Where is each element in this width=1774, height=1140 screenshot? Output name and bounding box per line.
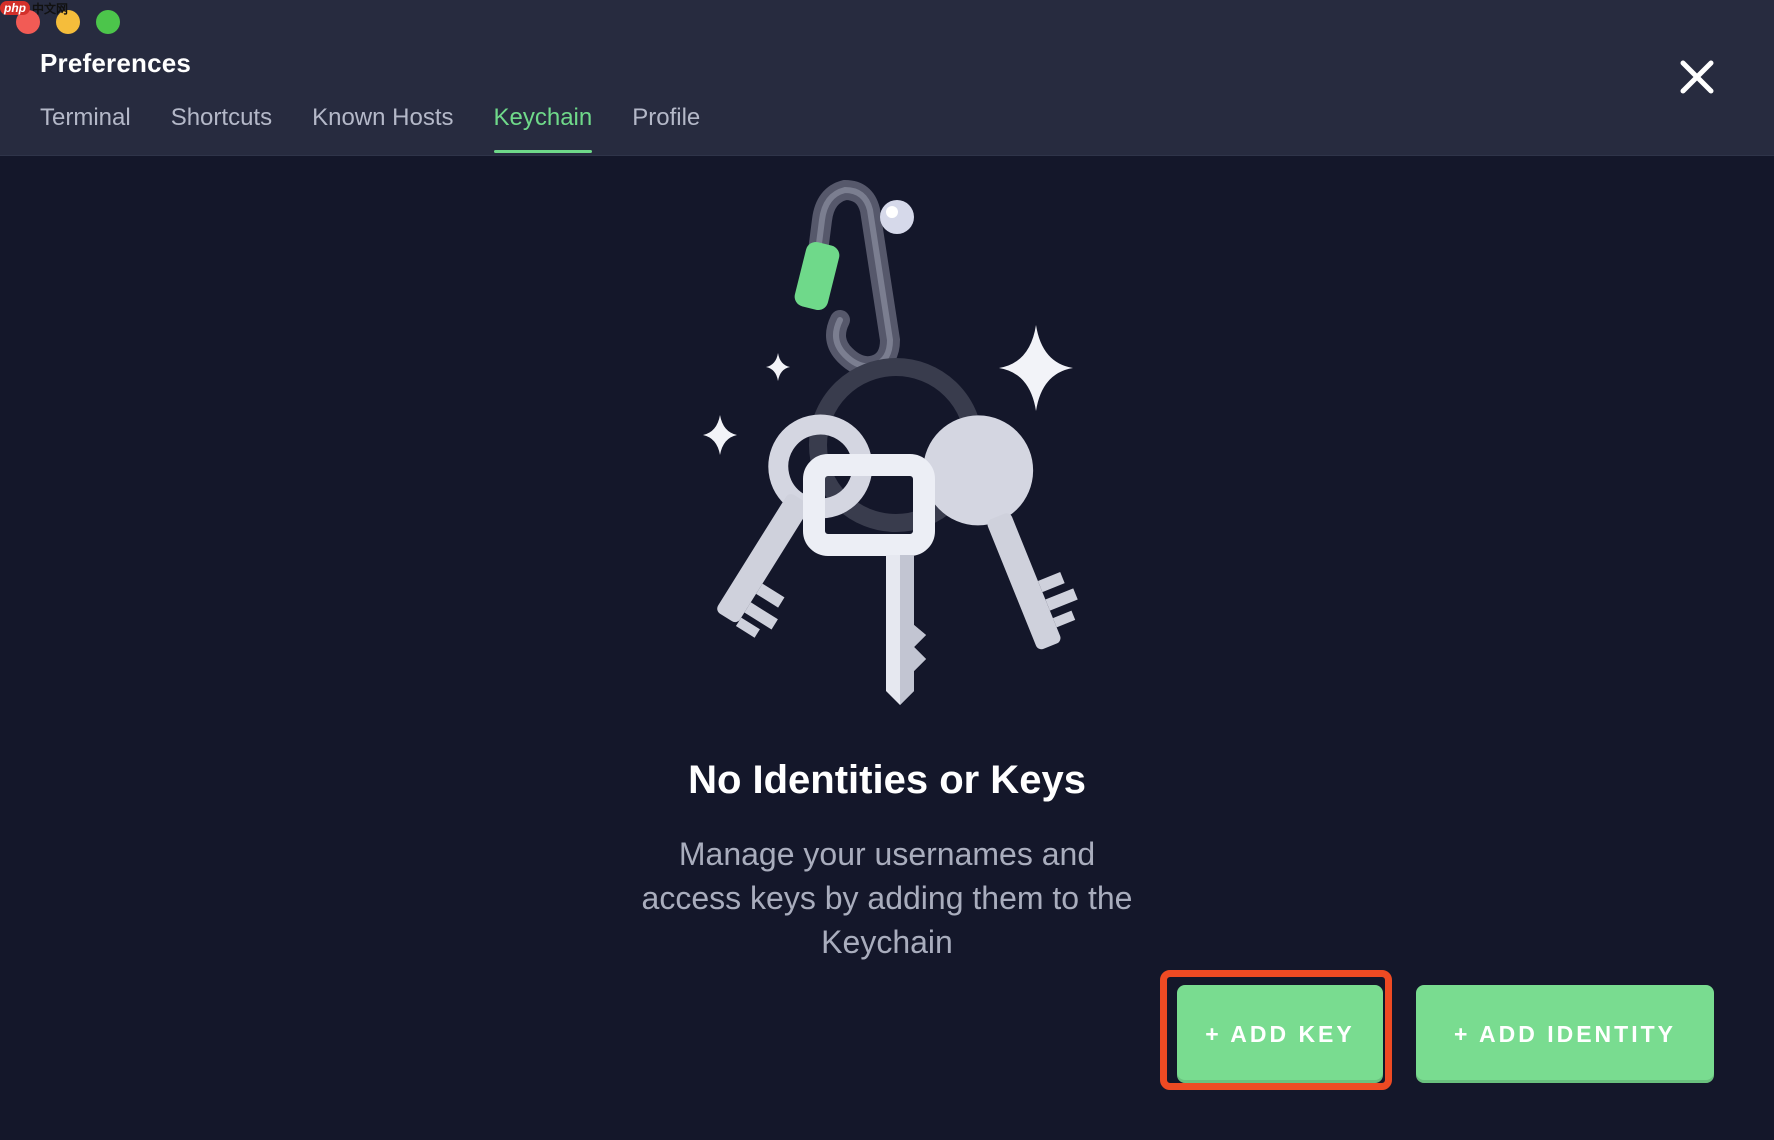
tab-terminal[interactable]: Terminal xyxy=(40,100,131,152)
close-button[interactable] xyxy=(1675,55,1719,99)
preferences-header: php 中文网 Preferences Terminal Shortcuts K… xyxy=(0,0,1774,156)
watermark-site: 中文网 xyxy=(32,1,69,16)
window-zoom-control[interactable] xyxy=(96,10,120,34)
keychain-keys-illustration xyxy=(703,179,1078,705)
sparkle-large-icon xyxy=(999,325,1073,411)
page-title: Preferences xyxy=(40,48,192,78)
empty-state-title: No Identities or Keys xyxy=(688,758,1086,802)
watermark-logo: php 中文网 xyxy=(0,0,68,16)
preferences-window: php 中文网 Preferences Terminal Shortcuts K… xyxy=(0,0,1774,1140)
close-icon xyxy=(1680,60,1714,94)
empty-state-description: Manage your usernames and access keys by… xyxy=(641,836,1133,960)
tab-known-hosts[interactable]: Known Hosts xyxy=(312,100,453,152)
tab-shortcuts[interactable]: Shortcuts xyxy=(171,100,272,152)
add-key-button[interactable]: + ADD KEY xyxy=(1177,985,1383,1083)
add-identity-button[interactable]: + ADD IDENTITY xyxy=(1416,985,1714,1083)
tab-profile[interactable]: Profile xyxy=(632,100,700,152)
preferences-tabs: Terminal Shortcuts Known Hosts Keychain … xyxy=(40,100,740,155)
sparkle-small-icon xyxy=(766,353,790,381)
sparkle-medium-icon xyxy=(703,415,737,455)
watermark-brand: php xyxy=(0,1,30,15)
tab-keychain[interactable]: Keychain xyxy=(493,100,592,153)
